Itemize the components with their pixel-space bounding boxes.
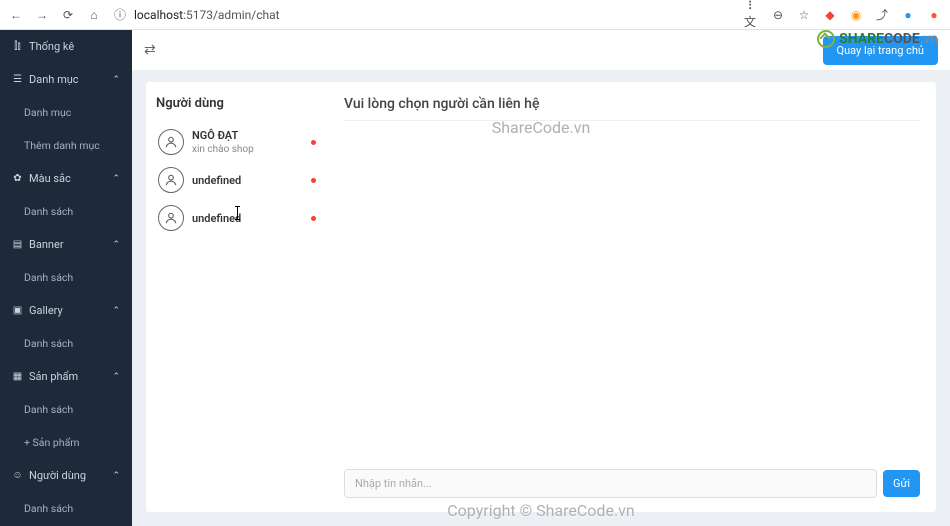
box-icon: ▦ — [12, 371, 23, 382]
status-dot-icon — [311, 178, 316, 183]
avatar-icon — [158, 167, 184, 193]
list-icon: ☰ — [12, 74, 23, 85]
chat-panel: Người dùng NGÔ ĐẠT xin chào shop undefine… — [146, 82, 936, 512]
user-item[interactable]: undefined — [156, 161, 318, 199]
user-list-title: Người dùng — [156, 96, 318, 111]
share-icon[interactable]: ⤴ — [874, 7, 890, 23]
profile-icon[interactable]: ● — [926, 7, 942, 23]
user-preview: xin chào shop — [192, 144, 303, 155]
menu-toggle-icon[interactable]: ⇄ — [144, 42, 156, 58]
user-name: NGÔ ĐẠT — [192, 129, 303, 142]
chevron-up-icon: ⌃ — [112, 372, 120, 382]
sidebar-subitem-user-list[interactable]: Danh sách — [0, 492, 132, 525]
home-icon[interactable]: ⌂ — [86, 7, 102, 23]
zoom-icon[interactable]: ⊖ — [770, 7, 786, 23]
sidebar-subitem-gallery-list[interactable]: Danh sách — [0, 327, 132, 360]
back-icon[interactable]: ← — [8, 7, 24, 23]
ext3-icon[interactable]: ● — [900, 7, 916, 23]
sidebar-item-product[interactable]: ▦Sản phẩm⌃ — [0, 360, 132, 393]
sidebar-subitem-add-category[interactable]: Thêm danh mục — [0, 129, 132, 162]
palette-icon: ✿ — [12, 173, 23, 184]
chat-area: Vui lòng chọn người cần liên hệ Gửi — [328, 82, 936, 512]
sidebar-item-color[interactable]: ✿Màu sắc⌃ — [0, 162, 132, 195]
sidebar: ⫿⫾Thống kê ☰Danh mục⌃ Danh mục Thêm danh… — [0, 30, 132, 526]
url-path: :5173/admin/chat — [183, 8, 280, 22]
user-name: undefined — [192, 212, 303, 225]
image-icon: ▣ — [12, 305, 23, 316]
send-button[interactable]: Gửi — [883, 470, 920, 497]
chat-placeholder-title: Vui lòng chọn người cần liên hệ — [344, 96, 920, 121]
chevron-up-icon: ⌃ — [112, 471, 120, 481]
ext2-icon[interactable]: ◉ — [848, 7, 864, 23]
file-icon: ▤ — [12, 239, 23, 250]
chevron-up-icon: ⌃ — [112, 240, 120, 250]
avatar-icon — [158, 205, 184, 231]
address-bar[interactable]: ⓘ localhost:5173/admin/chat — [112, 7, 734, 23]
reload-icon[interactable]: ⟳ — [60, 7, 76, 23]
star-icon[interactable]: ☆ — [796, 7, 812, 23]
info-icon: ⓘ — [112, 7, 128, 23]
sidebar-item-gallery[interactable]: ▣Gallery⌃ — [0, 294, 132, 327]
translate-icon[interactable]: ⠸文 — [744, 7, 760, 23]
avatar-icon — [158, 129, 184, 155]
forward-icon[interactable]: → — [34, 7, 50, 23]
chevron-up-icon: ⌃ — [112, 306, 120, 316]
sidebar-item-stats[interactable]: ⫿⫾Thống kê — [0, 30, 132, 63]
message-input[interactable] — [344, 469, 877, 498]
user-item[interactable]: NGÔ ĐẠT xin chào shop — [156, 123, 318, 161]
chevron-up-icon: ⌃ — [112, 174, 120, 184]
sidebar-subitem-category[interactable]: Danh mục — [0, 96, 132, 129]
user-list: Người dùng NGÔ ĐẠT xin chào shop undefine… — [146, 82, 328, 512]
watermark-logo: SHARECODE.vn — [817, 30, 938, 48]
chevron-up-icon: ⌃ — [112, 75, 120, 85]
sidebar-item-banner[interactable]: ▤Banner⌃ — [0, 228, 132, 261]
chat-messages — [344, 121, 920, 469]
sidebar-item-user[interactable]: ☺Người dùng⌃ — [0, 459, 132, 492]
user-icon: ☺ — [12, 470, 23, 481]
sidebar-subitem-product-list[interactable]: Danh sách — [0, 393, 132, 426]
sidebar-item-category[interactable]: ☰Danh mục⌃ — [0, 63, 132, 96]
ext1-icon[interactable]: ◆ — [822, 7, 838, 23]
status-dot-icon — [311, 140, 316, 145]
status-dot-icon — [311, 216, 316, 221]
url-host: localhost — [134, 8, 183, 22]
browser-toolbar: ← → ⟳ ⌂ ⓘ localhost:5173/admin/chat ⠸文 ⊖… — [0, 0, 950, 30]
chart-icon: ⫿⫾ — [12, 41, 23, 52]
text-cursor-icon — [237, 206, 238, 220]
sidebar-subitem-banner-list[interactable]: Danh sách — [0, 261, 132, 294]
sidebar-subitem-color-list[interactable]: Danh sách — [0, 195, 132, 228]
sidebar-subitem-add-product[interactable]: + Sản phẩm — [0, 426, 132, 459]
user-name: undefined — [192, 174, 303, 187]
